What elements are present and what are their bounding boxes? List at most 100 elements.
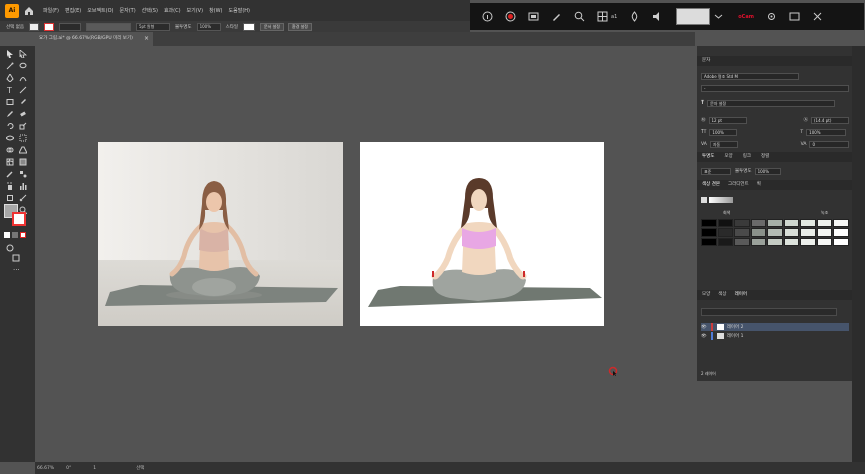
swatch[interactable] [750, 237, 767, 246]
audio-icon[interactable] [652, 11, 663, 22]
menu-type[interactable]: 문자(T) [120, 7, 136, 14]
capture-icon[interactable] [528, 11, 539, 22]
fill-swatch[interactable] [29, 22, 39, 31]
window-icon[interactable] [789, 11, 800, 22]
swatch-none[interactable] [701, 197, 707, 203]
tab-swatches[interactable]: 색상 견본 [702, 180, 720, 190]
color-mode-button[interactable] [4, 232, 10, 238]
vertical-scrollbar[interactable] [852, 46, 865, 462]
vertical-scale-field[interactable]: 100% [709, 128, 738, 136]
blend-mode-field[interactable]: 표준 [701, 167, 731, 175]
document-setup-button[interactable]: 문서 설정 [259, 22, 284, 31]
swatch[interactable] [701, 219, 717, 228]
swatch[interactable] [833, 237, 849, 246]
grid-icon[interactable] [597, 11, 608, 22]
eye-icon[interactable]: 👁 [701, 325, 707, 330]
tab-appearance[interactable]: 모양 [724, 152, 732, 162]
type-tool-icon[interactable]: T [6, 86, 14, 94]
tracking-field[interactable]: 0 [809, 140, 849, 148]
free-transform-icon[interactable] [19, 134, 27, 142]
menu-object[interactable]: 오브젝트(O) [87, 7, 113, 14]
mesh-icon[interactable] [6, 158, 14, 166]
settings-icon[interactable] [766, 11, 777, 22]
zoom-icon[interactable] [574, 11, 585, 22]
swatch[interactable] [734, 219, 750, 228]
capture-thumbnail[interactable] [676, 8, 711, 25]
stroke-color-swatch[interactable] [12, 212, 26, 226]
shape-builder-icon[interactable] [6, 146, 14, 154]
variable-width-field[interactable] [86, 22, 131, 31]
swatch[interactable] [783, 228, 800, 237]
rotate-icon[interactable] [6, 122, 14, 130]
rectangle-tool-icon[interactable] [6, 98, 14, 106]
draw-mode-icon[interactable] [6, 244, 14, 252]
gradient-icon[interactable] [19, 158, 27, 166]
menu-edit[interactable]: 편집(E) [65, 7, 81, 14]
more-tools-icon[interactable]: ··· [13, 266, 20, 274]
artboard-tool-icon[interactable] [6, 194, 14, 202]
tab-links[interactable]: 링크 [743, 152, 751, 162]
swatch[interactable] [734, 228, 750, 237]
swatch[interactable] [800, 219, 816, 228]
eye-icon[interactable]: 👁 [701, 334, 707, 339]
document-tab[interactable]: 요가 그림.ai* @ 66.67%(RGB/GPU 미리 보기) × [35, 32, 153, 46]
eyedropper-icon[interactable] [6, 170, 14, 178]
close-tab-icon[interactable]: × [144, 32, 149, 46]
scale-icon[interactable] [19, 122, 27, 130]
tab-transparency[interactable]: 투명도 [702, 152, 714, 162]
horizontal-scale-field[interactable]: 100% [806, 128, 847, 136]
swatch[interactable] [833, 219, 849, 228]
curvature-tool-icon[interactable] [19, 74, 27, 82]
swatch[interactable] [816, 219, 833, 228]
symbol-sprayer-icon[interactable] [6, 182, 14, 190]
lasso-icon[interactable] [19, 62, 27, 70]
panel-opacity-field[interactable]: 100% [754, 167, 781, 175]
opacity-field[interactable]: 100% [196, 22, 221, 31]
swatch[interactable] [717, 237, 734, 246]
swatch[interactable] [767, 219, 783, 228]
line-tool-icon[interactable] [19, 86, 27, 94]
tab-stroke[interactable]: 획 [757, 180, 761, 190]
layer-search-input[interactable] [701, 308, 837, 316]
style-swatch[interactable] [242, 22, 255, 31]
swatch[interactable] [750, 228, 767, 237]
zoom-level[interactable]: 66.67% [37, 466, 54, 471]
swatch[interactable] [783, 237, 800, 246]
direct-selection-tool-icon[interactable] [19, 50, 27, 58]
swatch[interactable] [800, 228, 816, 237]
swatch[interactable] [767, 237, 783, 246]
swatch[interactable] [717, 228, 734, 237]
swatch[interactable] [816, 228, 833, 237]
slice-icon[interactable] [19, 194, 27, 202]
close-icon[interactable] [812, 11, 823, 22]
swatch[interactable] [833, 228, 849, 237]
swatch[interactable] [783, 219, 800, 228]
preferences-button[interactable]: 환경 설정 [287, 22, 312, 31]
pencil-icon[interactable] [6, 110, 14, 118]
font-size-field[interactable]: 12 pt [708, 116, 747, 124]
artboard-number[interactable]: 1 [93, 466, 96, 471]
menu-file[interactable]: 파일(F) [43, 7, 59, 14]
menu-window[interactable]: 창(W) [209, 7, 222, 14]
swatch[interactable] [816, 237, 833, 246]
blend-icon[interactable] [19, 170, 27, 178]
swatch-strip[interactable] [709, 197, 733, 203]
menu-view[interactable]: 보기(V) [187, 7, 204, 14]
font-family-field[interactable]: Adobe 명조 Std M [701, 72, 799, 80]
tab-color[interactable]: 색상 [718, 290, 726, 300]
leading-field[interactable]: (14.4 pt) [811, 116, 849, 124]
fire-icon[interactable] [629, 11, 640, 22]
gradient-mode-button[interactable] [12, 232, 18, 238]
artboard-vector[interactable] [360, 142, 604, 326]
swatch[interactable] [701, 237, 717, 246]
magic-wand-icon[interactable] [6, 62, 14, 70]
tab-gradient[interactable]: 그라디언트 [728, 180, 749, 190]
record-icon[interactable] [505, 11, 516, 22]
layer-row[interactable]: 👁 레이어 2 [701, 323, 849, 331]
chevron-down-icon[interactable] [713, 11, 724, 22]
swatch[interactable] [800, 237, 816, 246]
kerning-field[interactable]: 자동 [709, 140, 738, 148]
swatch[interactable] [750, 219, 767, 228]
column-graph-icon[interactable] [19, 182, 27, 190]
brush-field[interactable]: 5pt 원형 [136, 22, 170, 31]
